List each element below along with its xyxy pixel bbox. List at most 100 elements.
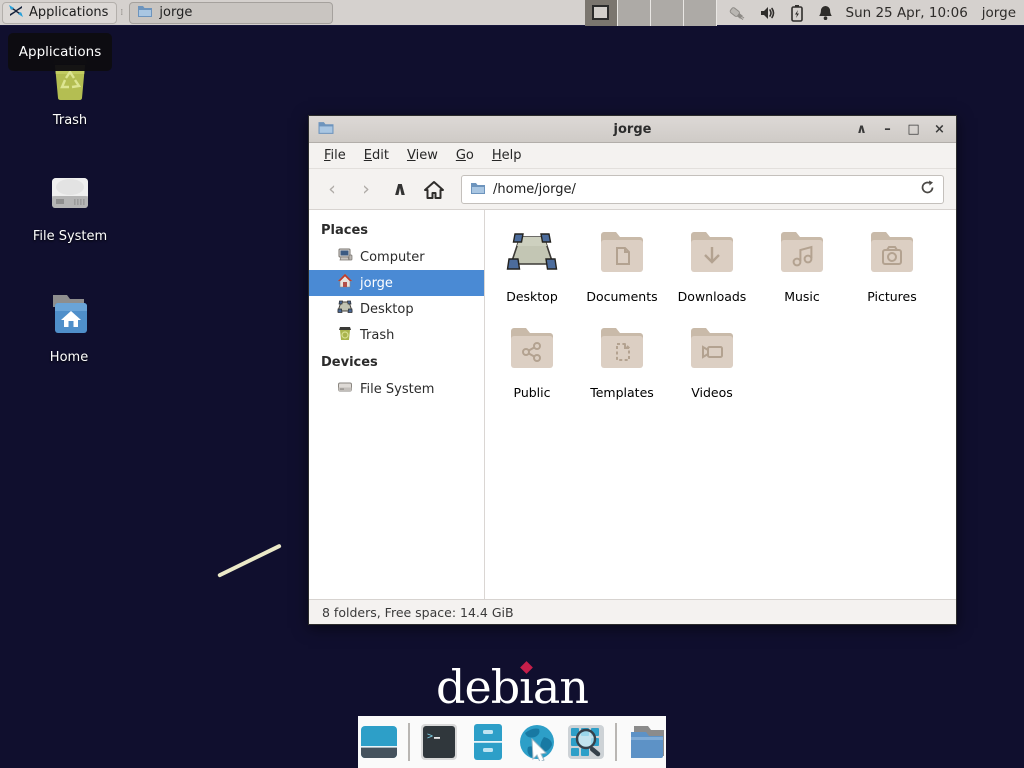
taskbar-window-button[interactable]: jorge (129, 2, 333, 24)
maximize-button[interactable]: □ (905, 116, 922, 143)
menu-help[interactable]: Help (483, 144, 531, 167)
folder-documents-icon (596, 222, 648, 280)
up-button[interactable]: ∧ (385, 174, 415, 204)
file-item-label: Music (784, 289, 820, 304)
forward-button[interactable]: › (351, 174, 381, 204)
file-item-downloads[interactable]: Downloads (667, 222, 757, 318)
computer-icon (337, 247, 353, 267)
folder-launcher[interactable] (626, 722, 666, 762)
menu-go[interactable]: Go (447, 144, 483, 167)
applications-menu-button[interactable]: Applications (2, 2, 117, 24)
app-finder-launcher[interactable] (566, 722, 606, 762)
file-item-public[interactable]: Public (487, 318, 577, 414)
bottom-dock: > (358, 716, 666, 768)
desktop-icon-home[interactable]: Home (21, 291, 117, 365)
desktop-icon-label: Trash (53, 113, 87, 128)
hard-drive-icon (46, 170, 94, 220)
file-item-pictures[interactable]: Pictures (847, 222, 937, 318)
sidebar-item-desktop[interactable]: Desktop (309, 296, 484, 322)
path-folder-icon (470, 180, 486, 199)
workspace-4[interactable] (684, 0, 717, 26)
app-finder-icon (567, 723, 605, 761)
sidebar-item-label: jorge (360, 276, 393, 291)
stray-line-artifact (217, 544, 282, 578)
web-browser-launcher[interactable] (517, 722, 557, 762)
panel-clock[interactable]: Sun 25 Apr, 10:06 (846, 5, 968, 21)
user-home-icon (337, 273, 353, 293)
reload-icon[interactable] (920, 180, 935, 199)
window-folder-icon (317, 120, 335, 139)
sidebar-item-trash[interactable]: Trash (309, 322, 484, 348)
home-button[interactable] (419, 174, 449, 204)
location-bar[interactable]: /home/jorge/ (461, 175, 944, 204)
network-icon[interactable] (727, 4, 746, 22)
xfce-applications-icon (8, 3, 24, 23)
workspace-window-thumbnail (592, 5, 609, 20)
menu-view[interactable]: View (398, 144, 447, 167)
web-browser-globe-icon (518, 723, 556, 761)
folder-icon (626, 723, 666, 761)
file-manager-launcher[interactable] (468, 722, 508, 762)
show-desktop-button[interactable] (359, 722, 399, 762)
sidebar-item-label: Computer (360, 250, 425, 265)
desktop-icon-file-system[interactable]: File System (22, 170, 118, 244)
sidebar-item-jorge[interactable]: jorge (309, 270, 484, 296)
file-item-templates[interactable]: Templates (577, 318, 667, 414)
workspace-3[interactable] (651, 0, 684, 26)
file-item-label: Desktop (506, 289, 558, 304)
folder-downloads-icon (686, 222, 738, 280)
hard-drive-icon (337, 379, 353, 399)
window-titlebar[interactable]: jorge ∧ – □ × (309, 116, 956, 143)
workspace-2[interactable] (618, 0, 651, 26)
sidebar-header-places: Places (309, 216, 484, 244)
applications-menu-label: Applications (29, 5, 108, 20)
panel-user-menu[interactable]: jorge (982, 5, 1016, 21)
file-item-documents[interactable]: Documents (577, 222, 667, 318)
tooltip-text: Applications (19, 44, 101, 60)
shade-button[interactable]: ∧ (853, 116, 870, 143)
svg-text:>: > (427, 731, 433, 742)
file-manager-window: jorge ∧ – □ × File Edit View Go Help ‹ ›… (308, 115, 957, 625)
trash-icon (337, 325, 353, 345)
status-bar: 8 folders, Free space: 14.4 GiB (309, 599, 956, 624)
files-pane[interactable]: Desktop Documents (485, 210, 956, 599)
sidebar-header-devices: Devices (309, 348, 484, 376)
back-button[interactable]: ‹ (317, 174, 347, 204)
file-item-music[interactable]: Music (757, 222, 847, 318)
close-button[interactable]: × (931, 116, 948, 143)
file-item-label: Public (514, 385, 551, 400)
sidebar-item-computer[interactable]: Computer (309, 244, 484, 270)
volume-icon[interactable] (759, 4, 777, 22)
dock-separator (615, 723, 617, 761)
desktop-special-icon (506, 222, 558, 280)
file-item-label: Downloads (678, 289, 747, 304)
desktop-icon-label: Home (50, 350, 88, 365)
dock-separator (408, 723, 410, 761)
taskbar-window-label: jorge (159, 5, 192, 20)
workspace-pager[interactable] (585, 0, 717, 26)
logo-letter-i: ı (519, 660, 533, 714)
battery-charging-icon[interactable] (790, 4, 804, 22)
menu-file[interactable]: File (315, 144, 355, 167)
terminal-launcher[interactable]: > (419, 722, 459, 762)
path-input[interactable]: /home/jorge/ (493, 182, 913, 197)
file-item-label: Videos (691, 385, 733, 400)
terminal-icon: > (420, 723, 458, 761)
file-item-desktop[interactable]: Desktop (487, 222, 577, 318)
menu-edit[interactable]: Edit (355, 144, 398, 167)
home-folder-icon (45, 291, 93, 341)
folder-videos-icon (686, 318, 738, 376)
top-panel: Applications ⁞ jorge (0, 0, 1024, 26)
menu-bar: File Edit View Go Help (309, 143, 956, 169)
file-cabinet-icon (470, 723, 506, 761)
sidebar: Places Computer (309, 210, 485, 599)
minimize-button[interactable]: – (879, 116, 896, 143)
file-item-label: Pictures (867, 289, 917, 304)
panel-grip-handle[interactable]: ⁞ (120, 4, 126, 22)
sidebar-item-file-system[interactable]: File System (309, 376, 484, 402)
applications-tooltip: Applications (8, 33, 112, 71)
file-item-videos[interactable]: Videos (667, 318, 757, 414)
notifications-bell-icon[interactable] (817, 4, 834, 22)
workspace-1[interactable] (585, 0, 618, 26)
window-folder-icon (137, 4, 153, 22)
